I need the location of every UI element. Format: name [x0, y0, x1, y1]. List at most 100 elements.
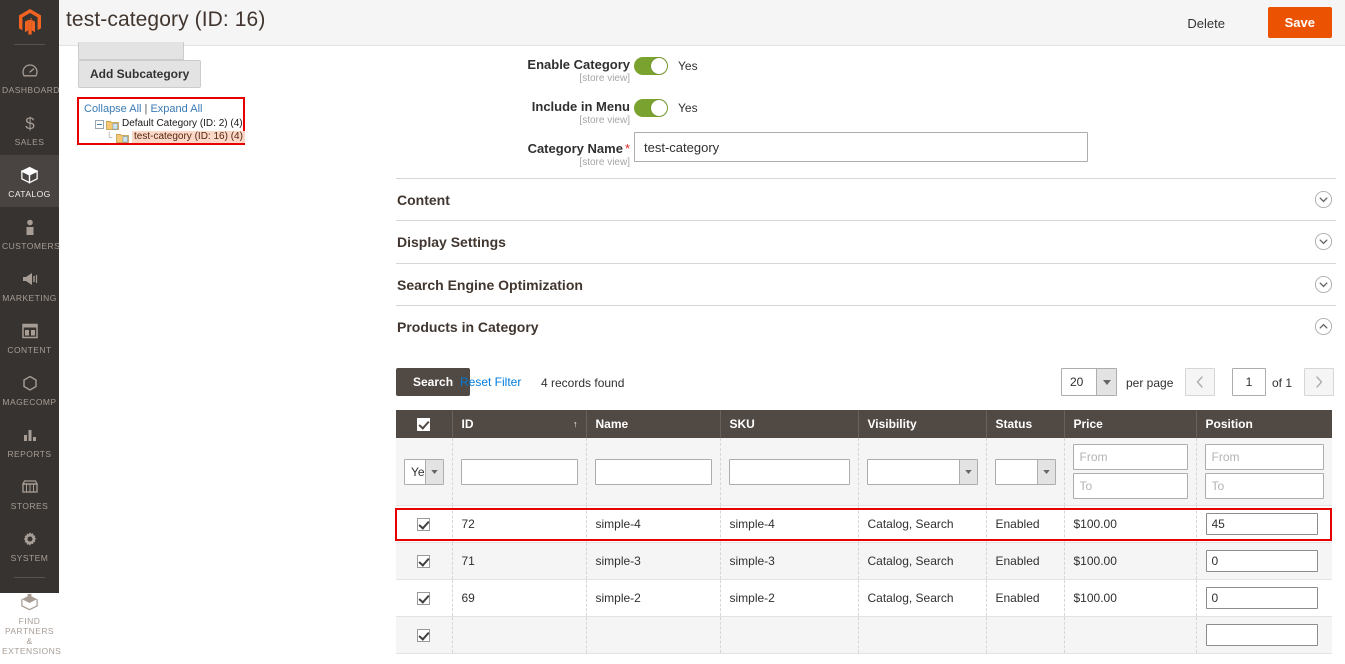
filter-checkbox-select[interactable]: Yes: [404, 458, 444, 485]
chevron-down-icon[interactable]: [1314, 232, 1333, 251]
chevron-down-icon[interactable]: [1314, 275, 1333, 294]
row-name: [586, 616, 721, 655]
section-search-engine-optimization[interactable]: Search Engine Optimization: [396, 263, 1336, 305]
tree-node-test-category[interactable]: └ test-category (ID: 16) (4): [84, 131, 245, 143]
chevron-down-icon[interactable]: [958, 459, 977, 484]
grid-header-price[interactable]: Price: [1064, 410, 1197, 439]
grid-header-id[interactable]: ID ↑: [452, 410, 587, 439]
add-subcategory-button[interactable]: Add Subcategory: [78, 60, 202, 88]
expand-all-link[interactable]: Expand All: [150, 103, 202, 115]
row-checkbox-cell[interactable]: [396, 505, 453, 544]
filter-position-to-input[interactable]: [1204, 473, 1324, 500]
field-label: Include in Menu: [531, 99, 630, 114]
row-id: [452, 616, 587, 655]
include-in-menu-toggle[interactable]: [634, 99, 668, 117]
rail-divider-2: [14, 577, 45, 578]
pager-next-button[interactable]: [1304, 368, 1334, 396]
chevron-up-icon[interactable]: [1314, 317, 1333, 336]
sidebar-item-system[interactable]: SYSTEM: [0, 519, 59, 571]
save-button[interactable]: Save: [1267, 7, 1332, 38]
sidebar-item-stores[interactable]: STORES: [0, 467, 59, 519]
sidebar-item-label: SALES: [14, 137, 45, 147]
filter-status-select[interactable]: [994, 458, 1056, 485]
grid-header-row: ID ↑ Name SKU Visibility Status Price Po…: [396, 410, 1332, 439]
row-status: Enabled: [986, 542, 1065, 581]
section-display-settings[interactable]: Display Settings: [396, 220, 1336, 262]
pager-previous-button[interactable]: [1185, 368, 1215, 396]
sidebar-item-dashboard[interactable]: DASHBOARD: [0, 51, 59, 103]
filter-price-to-input[interactable]: [1072, 473, 1188, 500]
search-button[interactable]: Search: [396, 368, 471, 396]
row-checkbox-cell[interactable]: [396, 542, 453, 581]
reset-filter-link[interactable]: Reset Filter: [460, 375, 521, 389]
row-checkbox-cell[interactable]: [396, 616, 453, 655]
tree-node-label: test-category (ID: 16) (4): [132, 131, 245, 143]
per-page-value: 20: [1070, 375, 1084, 389]
table-row[interactable]: [396, 616, 1332, 655]
filter-name-input[interactable]: [594, 458, 712, 485]
table-row[interactable]: 71 simple-3 simple-3 Catalog, Search Ena…: [396, 542, 1332, 581]
section-products-in-category[interactable]: Products in Category: [396, 305, 1336, 347]
sidebar-item-catalog[interactable]: CATALOG: [0, 155, 59, 207]
dollar-icon: $: [2, 112, 57, 134]
row-position-input[interactable]: [1205, 513, 1318, 536]
chevron-down-icon[interactable]: [1036, 459, 1055, 484]
row-checkbox-cell[interactable]: [396, 579, 453, 618]
table-row[interactable]: 69 simple-2 simple-2 Catalog, Search Ena…: [396, 579, 1332, 618]
sidebar-item-reports[interactable]: REPORTS: [0, 415, 59, 467]
row-position-input[interactable]: [1205, 624, 1318, 647]
add-root-category-button-partial[interactable]: [78, 42, 184, 60]
row-position-input[interactable]: [1205, 587, 1318, 610]
chevron-down-icon[interactable]: [1096, 369, 1116, 395]
magento-logo[interactable]: [0, 0, 59, 44]
filter-visibility-select[interactable]: [866, 458, 978, 485]
grid-header-status[interactable]: Status: [986, 410, 1065, 439]
row-id: 72: [452, 505, 587, 544]
chevron-left-icon: [1196, 376, 1203, 388]
table-row[interactable]: 72 simple-4 simple-4 Catalog, Search Ena…: [396, 505, 1332, 544]
tree-collapse-toggle-icon[interactable]: [95, 119, 104, 129]
grid-header-visibility[interactable]: Visibility: [858, 410, 987, 439]
delete-button[interactable]: Delete: [1181, 12, 1231, 35]
sidebar-item-label: MAGECOMP: [2, 397, 57, 407]
grid-header-checkbox-cell[interactable]: [396, 410, 453, 439]
sidebar-item-customers[interactable]: CUSTOMERS: [0, 207, 60, 259]
records-found-label: 4 records found: [541, 376, 625, 390]
tree-links: Collapse All | Expand All: [84, 103, 238, 116]
row-select-checkbox[interactable]: [417, 629, 431, 643]
sidebar-item-marketing[interactable]: MARKETING: [0, 259, 59, 311]
category-tree-highlight-box: Collapse All | Expand All Default Catego…: [77, 97, 245, 145]
row-select-checkbox[interactable]: [417, 592, 431, 606]
section-content[interactable]: Content: [396, 178, 1336, 220]
row-select-checkbox[interactable]: [417, 518, 431, 532]
filter-price-from-input[interactable]: [1072, 444, 1188, 471]
sidebar-item-content[interactable]: CONTENT: [0, 311, 59, 363]
row-select-checkbox[interactable]: [417, 555, 431, 569]
sidebar-item-find-partners-extensions[interactable]: FIND PARTNERS & EXTENSIONS: [0, 582, 61, 664]
sidebar-item-magecomp[interactable]: MAGECOMP: [0, 363, 59, 415]
filter-id-input[interactable]: [460, 458, 578, 485]
filter-sku-input[interactable]: [728, 458, 850, 485]
enable-category-toggle[interactable]: [634, 57, 668, 75]
row-position-cell: [1196, 616, 1332, 655]
layout-icon: [2, 320, 57, 342]
bar-chart-icon: [2, 424, 57, 446]
grid-header-sku[interactable]: SKU: [720, 410, 859, 439]
tree-node-default-category[interactable]: Default Category (ID: 2) (4): [84, 118, 243, 130]
grid-header-position[interactable]: Position: [1196, 410, 1332, 439]
row-position-input[interactable]: [1205, 550, 1318, 573]
select-all-checkbox[interactable]: [417, 418, 431, 432]
section-title: Content: [397, 192, 450, 208]
sidebar-item-sales[interactable]: $ SALES: [0, 103, 59, 155]
collapse-all-link[interactable]: Collapse All: [84, 103, 141, 115]
chevron-down-icon[interactable]: [425, 459, 443, 484]
page-number-input[interactable]: [1232, 368, 1266, 396]
section-title: Display Settings: [397, 234, 506, 250]
chevron-down-icon[interactable]: [1314, 190, 1333, 209]
category-name-input[interactable]: [634, 132, 1088, 162]
megaphone-icon: [2, 268, 57, 290]
hexagon-icon: [2, 372, 57, 394]
grid-header-name[interactable]: Name: [586, 410, 721, 439]
filter-position-from-input[interactable]: [1204, 444, 1324, 471]
per-page-select[interactable]: 20: [1061, 368, 1117, 396]
